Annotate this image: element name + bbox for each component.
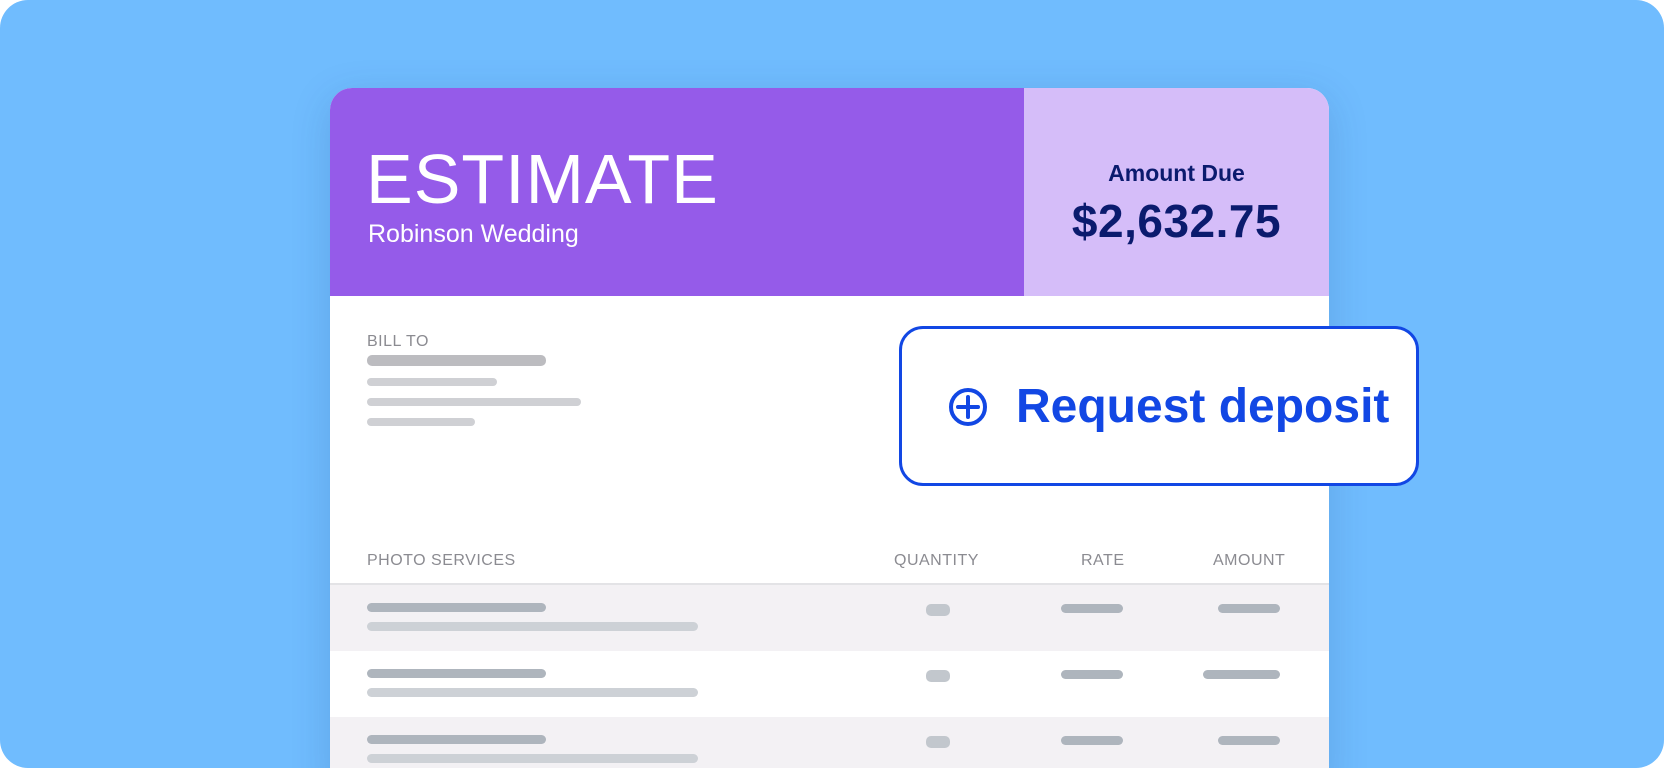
row-amount-placeholder	[1218, 604, 1280, 613]
request-deposit-label: Request deposit	[1016, 380, 1390, 433]
estimate-subtitle: Robinson Wedding	[368, 220, 579, 248]
bill-to-line-placeholder	[367, 398, 581, 406]
bill-to-line-placeholder	[367, 378, 497, 386]
row-description-placeholder	[367, 688, 698, 697]
column-header-amount: AMOUNT	[1213, 552, 1286, 569]
row-description-placeholder	[367, 754, 698, 763]
row-quantity-placeholder	[926, 604, 950, 616]
row-rate-placeholder	[1061, 670, 1123, 679]
column-header-services: PHOTO SERVICES	[367, 552, 516, 569]
amount-due-value: $2,632.75	[1071, 195, 1282, 247]
plus-circle-icon	[949, 388, 987, 426]
row-name-placeholder	[367, 603, 546, 612]
amount-due-panel: Amount Due $2,632.75	[1024, 88, 1329, 296]
bill-to-line-placeholder	[367, 418, 475, 426]
column-header-quantity: QUANTITY	[894, 552, 979, 569]
row-name-placeholder	[367, 735, 546, 744]
row-quantity-placeholder	[926, 670, 950, 682]
background-frame: ESTIMATE Robinson Wedding Amount Due $2,…	[0, 0, 1664, 768]
bill-to-name-placeholder	[367, 355, 546, 366]
column-header-rate: RATE	[1081, 552, 1125, 569]
estimate-title: ESTIMATE	[366, 140, 719, 218]
bill-to-label: BILL TO	[367, 333, 429, 350]
row-name-placeholder	[367, 669, 546, 678]
table-row	[330, 717, 1329, 768]
table-row	[330, 651, 1329, 717]
row-rate-placeholder	[1061, 604, 1123, 613]
estimate-header: ESTIMATE Robinson Wedding	[330, 88, 1024, 296]
table-row	[330, 585, 1329, 651]
row-amount-placeholder	[1203, 670, 1280, 679]
row-rate-placeholder	[1061, 736, 1123, 745]
row-description-placeholder	[367, 622, 698, 631]
amount-due-label: Amount Due	[1108, 160, 1245, 186]
request-deposit-button[interactable]: Request deposit	[899, 326, 1419, 486]
row-amount-placeholder	[1218, 736, 1280, 745]
row-quantity-placeholder	[926, 736, 950, 748]
